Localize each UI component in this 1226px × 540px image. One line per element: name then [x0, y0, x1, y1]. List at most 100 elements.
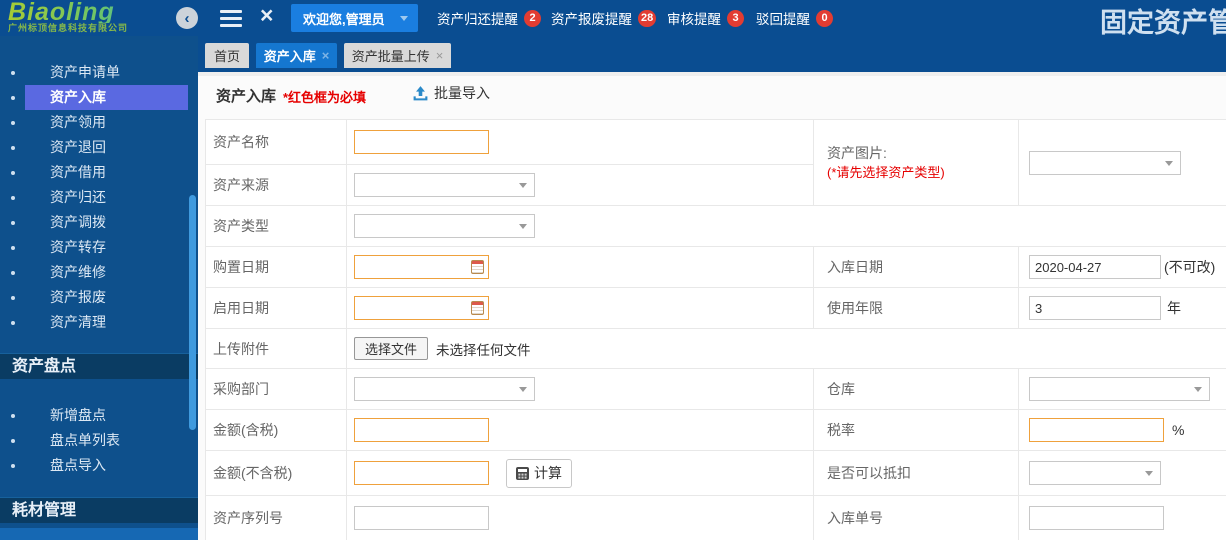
bullet-icon	[11, 221, 15, 225]
asset-name-input[interactable]	[354, 130, 489, 154]
chevron-down-icon	[519, 224, 527, 229]
nav-return-reminder[interactable]: 资产归还提醒 2	[437, 0, 541, 36]
bullet-icon	[11, 271, 15, 275]
form-row: 入库日期 (不可改)	[813, 247, 1226, 288]
field-label: 采购部门	[206, 369, 347, 409]
purchase-dept-select[interactable]	[354, 377, 535, 401]
field-label: 入库日期	[814, 247, 1019, 287]
close-tab-icon[interactable]: ×	[322, 49, 330, 62]
sidebar-section-inventory[interactable]: 资产盘点	[0, 353, 198, 379]
sidebar-item-asset-clean[interactable]: 资产清理	[0, 310, 198, 335]
notification-badge: 2	[524, 9, 541, 27]
bullet-icon	[11, 121, 15, 125]
field-label: 资产来源	[206, 165, 347, 205]
sidebar-item-asset-scrap[interactable]: 资产报废	[0, 285, 198, 310]
calculate-button[interactable]: 计算	[506, 458, 572, 488]
sidebar-item-inventory-list[interactable]: 盘点单列表	[0, 428, 198, 453]
form-row: 是否可以抵扣	[813, 451, 1226, 496]
sidebar-scrollbar[interactable]	[189, 195, 196, 430]
serial-number-input[interactable]	[354, 506, 489, 530]
user-dropdown[interactable]: 欢迎您,管理员	[291, 4, 418, 32]
field-label: 上传附件	[206, 329, 347, 368]
form-row: 资产名称	[206, 120, 813, 165]
logo-subtitle: 广州标顶信息科技有限公司	[8, 23, 129, 33]
nav-scrap-reminder[interactable]: 资产报废提醒 28	[551, 0, 657, 36]
form-row: 资产序列号	[206, 496, 813, 540]
chevron-down-icon	[519, 183, 527, 188]
sidebar-section-consumables[interactable]: 耗材管理	[0, 497, 198, 523]
field-label: 资产类型	[206, 206, 347, 246]
tab-batch-upload[interactable]: 资产批量上传 ×	[344, 43, 451, 68]
chevron-down-icon	[1194, 387, 1202, 392]
sidebar-item-asset-return-goods[interactable]: 资产退回	[0, 135, 198, 160]
sidebar-next-section-edge	[0, 528, 198, 540]
form-row: 税率 %	[813, 410, 1226, 451]
amount-with-tax-input[interactable]	[354, 418, 489, 442]
chevron-left-icon: ‹	[184, 9, 190, 27]
upload-icon	[413, 85, 428, 100]
inbound-date-input[interactable]	[1029, 255, 1161, 279]
collapse-sidebar-button[interactable]: ‹	[176, 7, 198, 29]
nav-audit-reminder[interactable]: 审核提醒 3	[667, 0, 744, 36]
no-file-note: 未选择任何文件	[436, 342, 531, 358]
field-label: 使用年限	[814, 288, 1019, 328]
tab-asset-inbound[interactable]: 资产入库 ×	[256, 43, 337, 68]
close-icon[interactable]: ×	[260, 2, 273, 29]
calendar-icon[interactable]	[471, 301, 484, 315]
warehouse-select[interactable]	[1029, 377, 1210, 401]
form-row: 金额(不含税) 计算	[206, 451, 813, 496]
sidebar-item-asset-giveback[interactable]: 资产归还	[0, 185, 198, 210]
required-note: *红色框为必填	[283, 90, 367, 105]
sidebar-item-asset-inbound[interactable]: 资产入库	[0, 85, 198, 110]
tax-rate-input[interactable]	[1029, 418, 1164, 442]
sidebar-item-asset-request[interactable]: 资产申请单	[0, 60, 198, 85]
top-header: Biaoling 广州标顶信息科技有限公司 ‹ × 欢迎您,管理员 资产归还提醒…	[0, 0, 1226, 36]
form-right-column: 资产图片: (*请先选择资产类型) 入库日期 (不可改) 使用年限 年	[813, 120, 1226, 540]
field-label: 启用日期	[206, 288, 347, 328]
nav-reject-reminder[interactable]: 驳回提醒 0	[756, 0, 833, 36]
calendar-icon[interactable]	[471, 260, 484, 274]
asset-image-select[interactable]	[1029, 150, 1181, 175]
sidebar-item-asset-borrow[interactable]: 资产借用	[0, 160, 198, 185]
amount-without-tax-input[interactable]	[354, 461, 489, 485]
field-label: 金额(含税)	[206, 410, 347, 450]
field-label: 资产名称	[206, 120, 347, 164]
sidebar-item-asset-use[interactable]: 资产领用	[0, 110, 198, 135]
notification-badge: 0	[816, 9, 833, 27]
deductible-select[interactable]	[1029, 461, 1161, 485]
sidebar-item-asset-store[interactable]: 资产转存	[0, 235, 198, 260]
enable-date-input[interactable]	[354, 296, 489, 320]
close-tab-icon[interactable]: ×	[436, 49, 444, 62]
inbound-order-number-input[interactable]	[1029, 506, 1164, 530]
calculator-icon	[516, 466, 529, 480]
menu-icon[interactable]	[220, 10, 242, 31]
content-top-strip	[198, 72, 1226, 76]
page-title: 资产入库	[216, 88, 277, 105]
choose-file-button[interactable]: 选择文件	[354, 337, 429, 360]
bullet-icon	[11, 321, 15, 325]
chevron-down-icon	[1145, 471, 1153, 476]
logo-text: Biaoling	[8, 0, 176, 25]
sidebar: 资产申请单 资产入库 资产领用 资产退回 资产借用 资产归还 资产调拨 资产转存…	[0, 36, 198, 540]
form-row: 资产来源	[206, 165, 813, 206]
field-label: 资产图片:	[827, 144, 887, 161]
asset-type-select[interactable]	[354, 214, 535, 238]
sidebar-item-new-inventory[interactable]: 新增盘点	[0, 403, 198, 428]
batch-import-button[interactable]: 批量导入	[412, 83, 490, 103]
bullet-icon	[11, 296, 15, 300]
form-row: 金额(含税)	[206, 410, 813, 451]
useful-life-input[interactable]	[1029, 296, 1161, 320]
form-row: 上传附件 选择文件 未选择任何文件	[206, 329, 813, 369]
tab-home[interactable]: 首页	[205, 43, 249, 68]
field-label: 购置日期	[206, 247, 347, 287]
sidebar-item-asset-transfer[interactable]: 资产调拨	[0, 210, 198, 235]
purchase-date-input[interactable]	[354, 255, 489, 279]
sidebar-item-asset-repair[interactable]: 资产维修	[0, 260, 198, 285]
form-row: 仓库	[813, 369, 1226, 410]
asset-source-select[interactable]	[354, 173, 535, 197]
bullet-icon	[11, 146, 15, 150]
field-label: 是否可以抵扣	[814, 451, 1019, 495]
bullet-icon	[11, 96, 15, 100]
chevron-down-icon	[400, 16, 408, 21]
sidebar-item-inventory-import[interactable]: 盘点导入	[0, 453, 198, 478]
